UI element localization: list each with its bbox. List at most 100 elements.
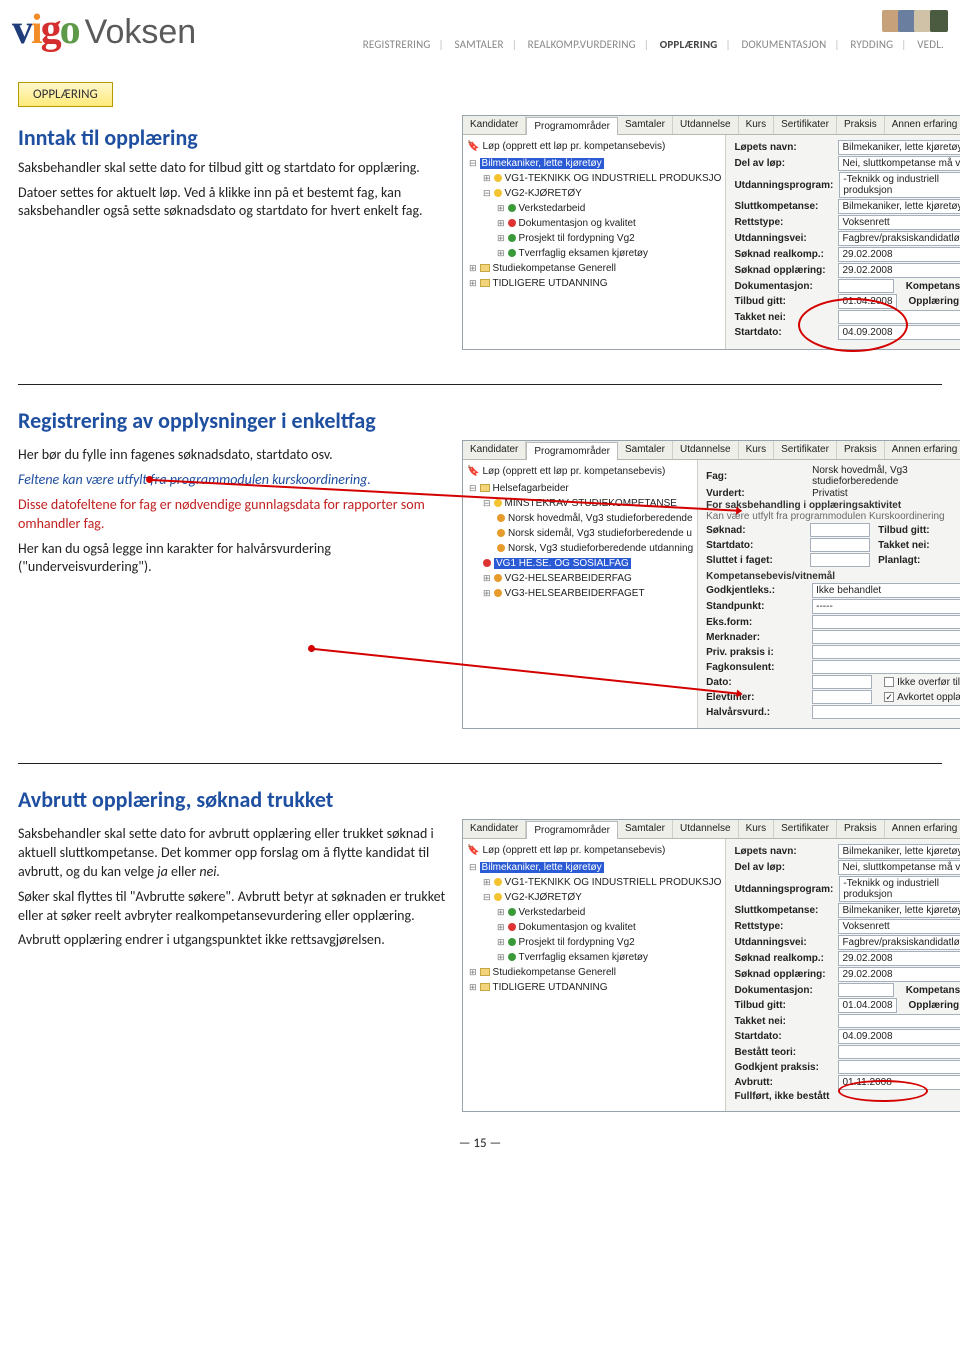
tree-item[interactable]: Verkstedarbeid bbox=[497, 905, 721, 920]
fld-value[interactable]: Bilmekaniker, lette kjøretøy bbox=[838, 199, 960, 214]
tab[interactable]: Samtaler bbox=[618, 116, 673, 134]
tab[interactable]: Praksis bbox=[837, 820, 885, 838]
checkbox-checked[interactable]: ✓ bbox=[884, 692, 894, 702]
tab[interactable]: Kandidater bbox=[463, 441, 526, 459]
tab[interactable]: Utdannelse bbox=[673, 116, 739, 134]
tree-item[interactable]: Norsk hovedmål, Vg3 studieforberedende bbox=[497, 511, 693, 526]
tab[interactable]: Kandidater bbox=[463, 116, 526, 134]
checkbox[interactable] bbox=[884, 677, 894, 687]
fld-value[interactable]: Fagbrev/praksiskandidatløp bbox=[838, 231, 960, 246]
tab[interactable]: Samtaler bbox=[618, 441, 673, 459]
tree-item[interactable]: TIDLIGERE UTDANNING bbox=[469, 276, 721, 291]
fld-value[interactable] bbox=[810, 553, 870, 567]
tab-active[interactable]: Programområder bbox=[526, 821, 618, 839]
tree-item[interactable]: Prosjekt til fordypning Vg2 bbox=[497, 231, 721, 246]
fld-value[interactable]: Fagbrev/praksiskandidatløp bbox=[838, 935, 960, 950]
fld-value[interactable]: Voksenrett bbox=[838, 919, 960, 934]
tab[interactable]: Kurs bbox=[739, 441, 775, 459]
fld-value[interactable] bbox=[838, 983, 893, 997]
screenshot-3: Kandidater Programområder Samtaler Utdan… bbox=[462, 819, 960, 1112]
tree-item[interactable]: Bilmekaniker, lette kjøretøy VG1-TEKNIKK… bbox=[469, 860, 721, 965]
tab[interactable]: Kurs bbox=[739, 116, 775, 134]
fld-value[interactable]: 29.02.2008 bbox=[838, 951, 960, 966]
nav-item[interactable]: RYDDING bbox=[846, 38, 897, 51]
fld-value[interactable] bbox=[810, 523, 870, 537]
fld-value[interactable] bbox=[838, 1060, 960, 1074]
tree-item[interactable]: VG2-KJØRETØY Verkstedarbeid Dokumentasjo… bbox=[483, 186, 721, 261]
tab[interactable]: Kurs bbox=[739, 820, 775, 838]
fld-value[interactable] bbox=[812, 615, 960, 629]
fld-value[interactable]: ----- bbox=[812, 599, 960, 614]
fld-value[interactable]: 01.04.2008 bbox=[838, 294, 896, 309]
tab[interactable]: Utdannelse bbox=[673, 441, 739, 459]
fld-value[interactable] bbox=[838, 310, 960, 324]
tree-item[interactable]: TIDLIGERE UTDANNING bbox=[469, 980, 721, 995]
nav-item[interactable]: SAMTALER bbox=[451, 38, 508, 51]
fld-value[interactable]: Nei, sluttkompetanse må velges bbox=[838, 860, 960, 875]
tree-item[interactable]: Tverrfaglig eksamen kjøretøy bbox=[497, 950, 721, 965]
tab[interactable]: Annen erfaring bbox=[885, 441, 960, 459]
fld-value[interactable]: 01.04.2008 bbox=[838, 998, 896, 1013]
fld-value[interactable]: 29.02.2008 bbox=[838, 967, 960, 982]
fld-value[interactable]: -Teknikk og industriell produksjon bbox=[839, 172, 960, 198]
fld-value[interactable]: 29.02.2008 bbox=[838, 263, 960, 278]
tab[interactable]: Kandidater bbox=[463, 820, 526, 838]
tree-item[interactable]: VG2-HELSEARBEIDERFAG bbox=[483, 571, 693, 586]
fld-value[interactable]: 01.11.2008 bbox=[838, 1075, 960, 1090]
fld-value[interactable] bbox=[812, 660, 960, 674]
fld-value[interactable] bbox=[838, 1014, 960, 1028]
tree[interactable]: 🔖 Løp (opprett ett løp pr. kompetansebev… bbox=[463, 135, 726, 349]
fld-value[interactable]: Ikke behandlet bbox=[812, 583, 960, 598]
fld-value[interactable] bbox=[812, 675, 872, 689]
fld-value[interactable]: Nei, sluttkompetanse må velges bbox=[838, 156, 960, 171]
fld-value[interactable] bbox=[838, 1045, 960, 1059]
nav-item[interactable]: VEDL. bbox=[913, 38, 948, 51]
fld-value[interactable] bbox=[812, 630, 960, 644]
tab[interactable]: Utdannelse bbox=[673, 820, 739, 838]
tree-item-selected[interactable]: VG1 HE.SE. OG SOSIALFAG bbox=[483, 556, 693, 571]
tab[interactable]: Sertifikater bbox=[774, 116, 837, 134]
tree-item[interactable]: Verkstedarbeid bbox=[497, 201, 721, 216]
nav-item[interactable]: REGISTRERING bbox=[359, 38, 435, 51]
fld-value[interactable] bbox=[812, 690, 872, 704]
tree-item[interactable]: VG3-HELSEARBEIDERFAGET bbox=[483, 586, 693, 601]
tree-item[interactable]: Tverrfaglig eksamen kjøretøy bbox=[497, 246, 721, 261]
nav-item[interactable]: DOKUMENTASJON bbox=[737, 38, 830, 51]
fld-value[interactable]: 04.09.2008 bbox=[838, 325, 960, 340]
fld-value[interactable] bbox=[812, 645, 960, 659]
tree-item[interactable]: Norsk, Vg3 studieforberedende utdanning bbox=[497, 541, 693, 556]
tree-item[interactable]: Studiekompetanse Generell bbox=[469, 261, 721, 276]
tab[interactable]: Sertifikater bbox=[774, 441, 837, 459]
tab[interactable]: Praksis bbox=[837, 116, 885, 134]
fld-value[interactable] bbox=[812, 705, 960, 719]
nav-item[interactable]: REALKOMP.VURDERING bbox=[524, 38, 640, 51]
fld-value[interactable]: -Teknikk og industriell produksjon bbox=[839, 876, 960, 902]
tree-item[interactable]: Bilmekaniker, lette kjøretøy VG1-TEKNIKK… bbox=[469, 156, 721, 261]
tab[interactable]: Samtaler bbox=[618, 820, 673, 838]
fld-value[interactable] bbox=[810, 538, 870, 552]
tree-item[interactable]: VG2-KJØRETØY Verkstedarbeid Dokumentasjo… bbox=[483, 890, 721, 965]
tree-item[interactable]: Prosjekt til fordypning Vg2 bbox=[497, 935, 721, 950]
tree-item[interactable]: VG1-TEKNIKK OG INDUSTRIELL PRODUKSJO bbox=[483, 875, 721, 890]
tree-item[interactable]: Dokumentasjon og kvalitet bbox=[497, 920, 721, 935]
fld-value[interactable]: Bilmekaniker, lette kjøretøy bbox=[838, 844, 960, 859]
tab[interactable]: Annen erfaring bbox=[885, 820, 960, 838]
fld-value[interactable]: Voksenrett bbox=[838, 215, 960, 230]
tree[interactable]: 🔖 Løp (opprett ett løp pr. kompetansebev… bbox=[463, 839, 726, 1111]
nav-item-active[interactable]: OPPLÆRING bbox=[656, 38, 722, 51]
fld-value[interactable]: Bilmekaniker, lette kjøretøy bbox=[838, 903, 960, 918]
tab[interactable]: Sertifikater bbox=[774, 820, 837, 838]
tree-item[interactable]: Studiekompetanse Generell bbox=[469, 965, 721, 980]
fld-value[interactable] bbox=[838, 279, 893, 293]
tree-item[interactable]: Dokumentasjon og kvalitet bbox=[497, 216, 721, 231]
tab-active[interactable]: Programområder bbox=[526, 117, 618, 135]
fld-value[interactable]: Bilmekaniker, lette kjøretøy bbox=[838, 140, 960, 155]
tab[interactable]: Praksis bbox=[837, 441, 885, 459]
tree-item[interactable]: Norsk sidemål, Vg3 studieforberedende u bbox=[497, 526, 693, 541]
fld-value[interactable]: 04.09.2008 bbox=[838, 1029, 960, 1044]
tree-item[interactable]: VG1-TEKNIKK OG INDUSTRIELL PRODUKSJO bbox=[483, 171, 721, 186]
tree[interactable]: 🔖 Løp (opprett ett løp pr. kompetansebev… bbox=[463, 460, 698, 728]
fld-value[interactable]: 29.02.2008 bbox=[838, 247, 960, 262]
tab-active[interactable]: Programområder bbox=[526, 442, 618, 460]
tab[interactable]: Annen erfaring bbox=[885, 116, 960, 134]
